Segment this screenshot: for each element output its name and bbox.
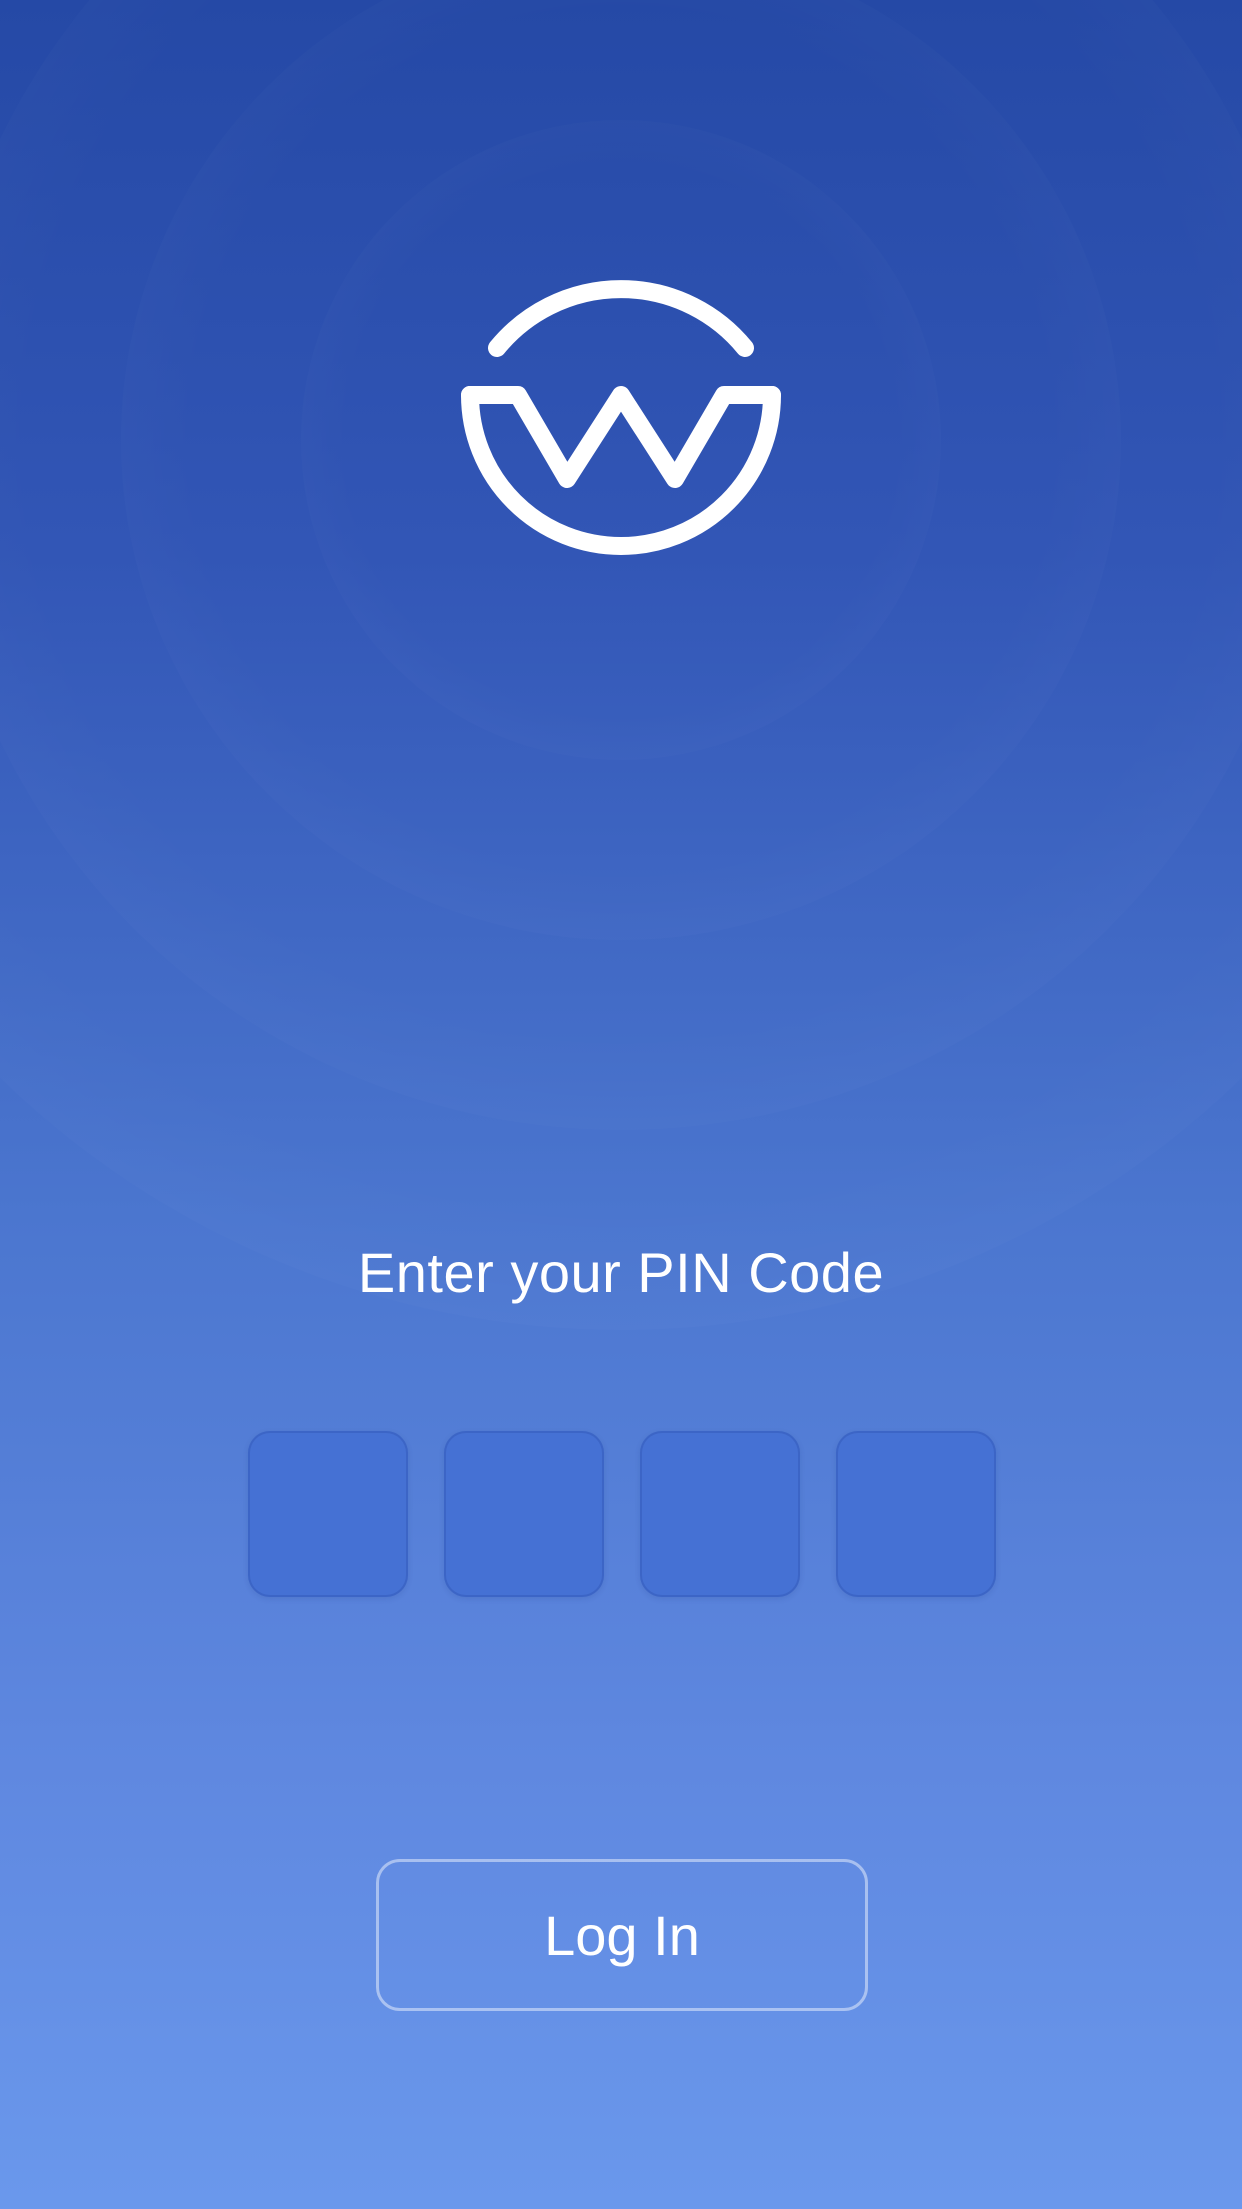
background-ring — [0, 0, 1242, 1330]
login-button[interactable]: Log In — [376, 1859, 868, 2011]
pin-digit-box-4[interactable] — [836, 1431, 996, 1597]
pin-input-group — [248, 1431, 996, 1597]
pin-prompt-label: Enter your PIN Code — [357, 1241, 885, 1304]
pin-digit-box-3[interactable] — [640, 1431, 800, 1597]
pin-digit-box-1[interactable] — [248, 1431, 408, 1597]
app-logo-icon — [456, 280, 786, 610]
pin-digit-box-2[interactable] — [444, 1431, 604, 1597]
